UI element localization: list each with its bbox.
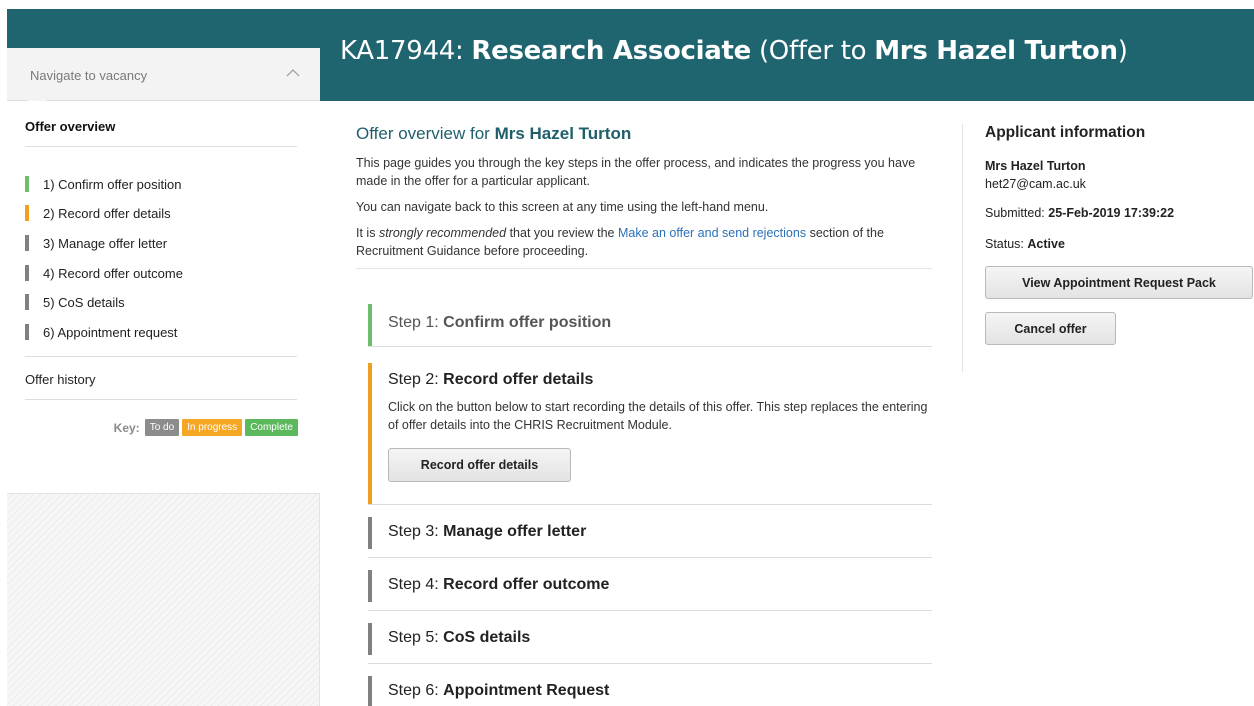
step-name: Manage offer letter [443, 523, 587, 540]
sidebar-item-label: 6) Appointment request [43, 324, 178, 340]
sidebar-item-manage-offer-letter[interactable]: 3) Manage offer letter [25, 233, 167, 253]
step-status-bar [368, 363, 372, 504]
step-name: Confirm offer position [443, 314, 612, 331]
step-prefix: Step 1: [388, 314, 439, 331]
sidebar-menu: Offer overview 1) Confirm offer position… [7, 101, 320, 494]
main-content: Offer overview for Mrs Hazel Turton This… [356, 124, 932, 269]
step-prefix: Step 5: [388, 629, 439, 646]
status-bar [25, 265, 29, 281]
step-status-bar [368, 676, 372, 706]
navigation-paragraph: You can navigate back to this screen at … [356, 200, 769, 214]
step-4-panel[interactable]: Step 4: Record offer outcome [368, 558, 932, 611]
step-2-panel: Step 2: Record offer details Click on th… [368, 363, 932, 505]
step-prefix: Step 6: [388, 682, 439, 699]
sidebar-item-label: 5) CoS details [43, 294, 125, 310]
applicant-info-heading: Applicant information [985, 124, 1146, 141]
step-1-panel[interactable]: Step 1: Confirm offer position [368, 304, 932, 347]
applicant-status: Status: Active [985, 237, 1065, 251]
sidebar-item-record-offer-details[interactable]: 2) Record offer details [25, 203, 171, 223]
view-appointment-request-pack-button[interactable]: View Appointment Request Pack [985, 266, 1253, 299]
step-name: CoS details [443, 629, 531, 646]
applicant-info-name: Mrs Hazel Turton [985, 159, 1086, 173]
sidebar-item-label: 2) Record offer details [43, 205, 171, 221]
guidance-link[interactable]: Make an offer and send rejections [618, 226, 806, 240]
vacancy-ref: KA17944: [340, 36, 464, 66]
status-bar [25, 294, 29, 310]
applicant-name: Mrs Hazel Turton [874, 36, 1118, 66]
heading-applicant-name: Mrs Hazel Turton [494, 124, 632, 143]
status-bar [25, 235, 29, 251]
status-bar [25, 176, 29, 192]
step-name: Appointment Request [443, 682, 610, 699]
status-bar [25, 205, 29, 221]
step-name: Record offer details [443, 371, 594, 388]
step-description: Click on the button below to start recor… [388, 400, 928, 432]
job-title: Research Associate [471, 36, 751, 66]
status-bar [25, 324, 29, 340]
offer-suffix: ) [1117, 36, 1128, 66]
step-prefix: Step 4: [388, 576, 439, 593]
sidebar-item-label: 4) Record offer outcome [43, 265, 183, 281]
step-title: Step 3: Manage offer letter [388, 523, 586, 541]
guidance-paragraph: It is strongly recommended that you revi… [356, 224, 932, 260]
sidebar: Navigate to vacancy Offer overview 1) Co… [7, 48, 320, 706]
step-prefix: Step 2: [388, 371, 439, 388]
applicant-info-email: het27@cam.ac.uk [985, 177, 1086, 191]
navigate-to-vacancy-label: Navigate to vacancy [30, 68, 148, 83]
offer-prefix: (Offer to [758, 36, 867, 66]
applicant-submitted: Submitted: 25-Feb-2019 17:39:22 [985, 206, 1174, 220]
sidebar-item-label: 1) Confirm offer position [43, 176, 182, 192]
sidebar-item-confirm-offer-position[interactable]: 1) Confirm offer position [25, 174, 182, 194]
guidance-text: It is [356, 226, 376, 240]
divider [962, 124, 963, 372]
step-6-panel[interactable]: Step 6: Appointment Request [368, 664, 932, 706]
step-status-bar [368, 570, 372, 602]
record-offer-details-button[interactable]: Record offer details [388, 448, 571, 482]
cancel-offer-button[interactable]: Cancel offer [985, 312, 1116, 345]
divider [25, 356, 297, 357]
sidebar-item-appointment-request[interactable]: 6) Appointment request [25, 322, 177, 342]
status-value: Active [1027, 237, 1065, 251]
step-title: Step 5: CoS details [388, 629, 530, 647]
guidance-emphasis: strongly recommended [378, 226, 507, 240]
page-title: KA17944: Research Associate (Offer to Mr… [340, 36, 1128, 66]
sidebar-offer-overview[interactable]: Offer overview [25, 119, 115, 134]
sidebar-offer-history[interactable]: Offer history [25, 372, 96, 387]
offer-steps: Step 1: Confirm offer position Step 2: R… [368, 304, 932, 706]
chevron-up-icon [286, 69, 300, 77]
key-badge-complete: Complete [245, 419, 298, 436]
key-badge-in-progress: In progress [182, 419, 243, 436]
submitted-value: 25-Feb-2019 17:39:22 [1048, 206, 1175, 220]
divider [25, 399, 297, 400]
sidebar-item-cos-details[interactable]: 5) CoS details [25, 292, 125, 312]
applicant-info-panel: Applicant information Mrs Hazel Turton h… [985, 124, 1253, 345]
step-title: Step 1: Confirm offer position [388, 314, 611, 332]
guidance-text: that you review the [509, 226, 615, 240]
heading-prefix: Offer overview for [356, 124, 490, 143]
step-title: Step 6: Appointment Request [388, 682, 609, 700]
step-name: Record offer outcome [443, 576, 610, 593]
step-title: Step 4: Record offer outcome [388, 576, 609, 594]
divider [356, 268, 932, 269]
step-3-panel[interactable]: Step 3: Manage offer letter [368, 505, 932, 558]
step-5-panel[interactable]: Step 5: CoS details [368, 611, 932, 664]
step-title: Step 2: Record offer details [388, 371, 593, 389]
offer-overview-heading: Offer overview for Mrs Hazel Turton [356, 124, 932, 144]
intro-paragraph: This page guides you through the key ste… [356, 156, 916, 188]
step-status-bar [368, 517, 372, 549]
sidebar-item-label: 3) Manage offer letter [43, 235, 168, 251]
submitted-label: Submitted: [985, 206, 1045, 220]
sidebar-item-record-offer-outcome[interactable]: 4) Record offer outcome [25, 263, 183, 283]
divider [25, 146, 297, 147]
key-label: Key: [113, 420, 140, 435]
step-status-bar [368, 623, 372, 655]
status-key: Key: To do In progress Complete [114, 419, 298, 436]
navigate-to-vacancy-toggle[interactable]: Navigate to vacancy [7, 48, 320, 110]
step-status-bar [368, 304, 372, 346]
step-prefix: Step 3: [388, 523, 439, 540]
status-label: Status: [985, 237, 1024, 251]
key-badge-todo: To do [144, 419, 180, 436]
